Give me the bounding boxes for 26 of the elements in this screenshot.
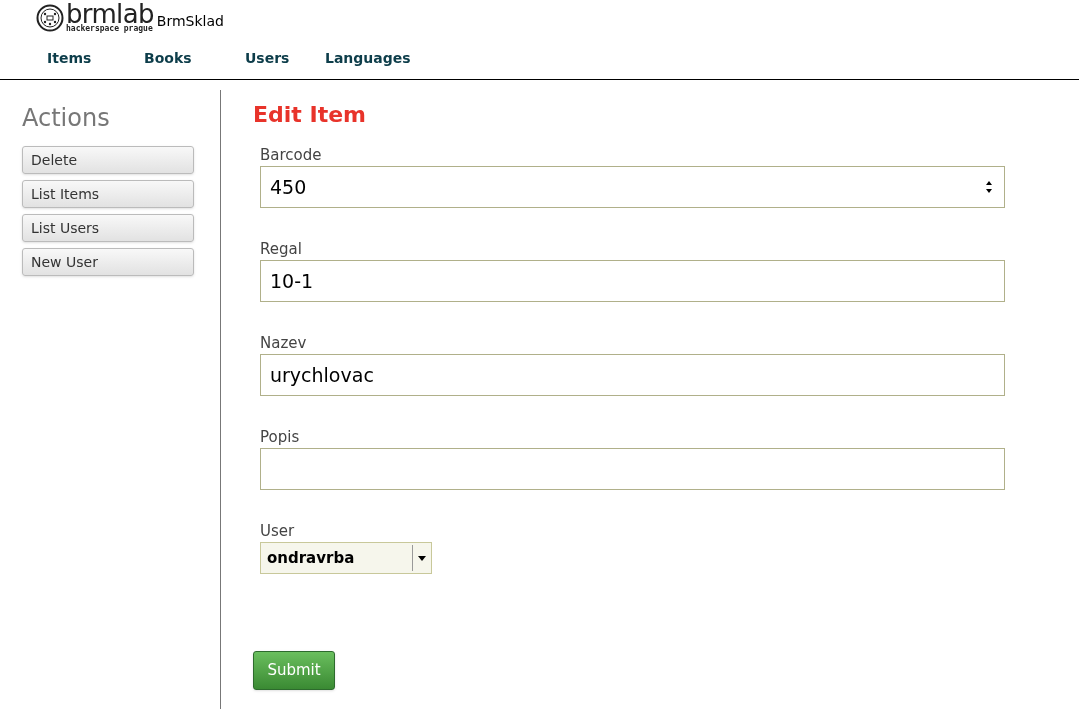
logo-text: brmlab: [66, 3, 154, 25]
field-label: User: [260, 521, 296, 541]
dropdown-caret-icon: [418, 555, 426, 561]
nav-link[interactable]: Items: [47, 48, 144, 69]
input-field[interactable]: 10-1: [260, 260, 1005, 302]
field-label: Regal: [260, 239, 303, 259]
page-title: Edit Item: [253, 101, 368, 129]
logo-icon: [36, 4, 64, 32]
field-label: Nazev: [260, 333, 308, 353]
input-field[interactable]: urychlovac: [260, 354, 1005, 396]
nav-link[interactable]: Users: [245, 48, 325, 69]
nav-link[interactable]: Languages: [325, 48, 425, 69]
field-label: Barcode: [260, 145, 323, 165]
input-field[interactable]: [260, 448, 1005, 490]
action-button[interactable]: New User: [22, 248, 194, 276]
action-button[interactable]: Delete: [22, 146, 194, 174]
sidebar-title: Actions: [22, 103, 111, 134]
action-button[interactable]: List Items: [22, 180, 194, 208]
app-name: BrmSklad: [156, 12, 224, 31]
user-select[interactable]: ondravrba: [260, 542, 432, 574]
nav-link[interactable]: Books: [144, 48, 245, 69]
action-button[interactable]: List Users: [22, 214, 194, 242]
input-field[interactable]: 450: [260, 166, 1005, 208]
spinner-arrows-icon[interactable]: [986, 181, 992, 193]
logo-subtitle: hackerspace prague: [66, 25, 154, 33]
field-label: Popis: [260, 427, 301, 447]
